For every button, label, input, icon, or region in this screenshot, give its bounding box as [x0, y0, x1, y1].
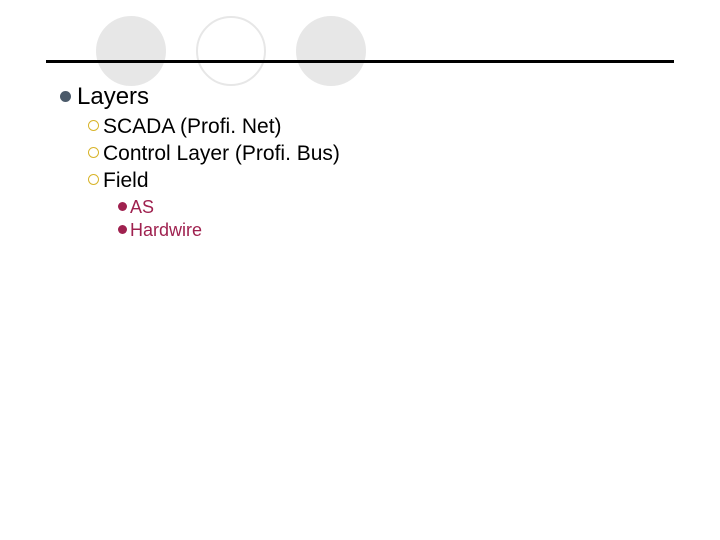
list-item: AS — [118, 196, 680, 219]
decor-circle-3 — [296, 16, 366, 86]
bullet-dot-icon — [118, 225, 127, 234]
level2-text: Control Layer (Profi. Bus) — [103, 140, 340, 167]
bullet-ring-icon — [88, 147, 99, 158]
level3-text: Hardwire — [130, 219, 202, 242]
bullet-dot-icon — [118, 202, 127, 211]
title-rule — [46, 60, 674, 63]
level2-text: Field — [103, 167, 149, 194]
list-item: SCADA (Profi. Net) — [88, 113, 680, 140]
level3-text: AS — [130, 196, 154, 219]
decor-circle-2 — [196, 16, 266, 86]
bullet-disc-icon — [60, 91, 71, 102]
level2-text: SCADA (Profi. Net) — [103, 113, 282, 140]
decor-circle-1 — [96, 16, 166, 86]
list-item: Control Layer (Profi. Bus) — [88, 140, 680, 167]
bullet-ring-icon — [88, 174, 99, 185]
list-item: Hardwire — [118, 219, 680, 242]
level1-text: Layers — [77, 83, 149, 111]
content-body: Layers SCADA (Profi. Net) Control Layer … — [60, 83, 680, 242]
bullet-ring-icon — [88, 120, 99, 131]
list-item: Layers — [60, 83, 680, 111]
slide: Layers SCADA (Profi. Net) Control Layer … — [0, 0, 720, 540]
list-item: Field — [88, 167, 680, 194]
